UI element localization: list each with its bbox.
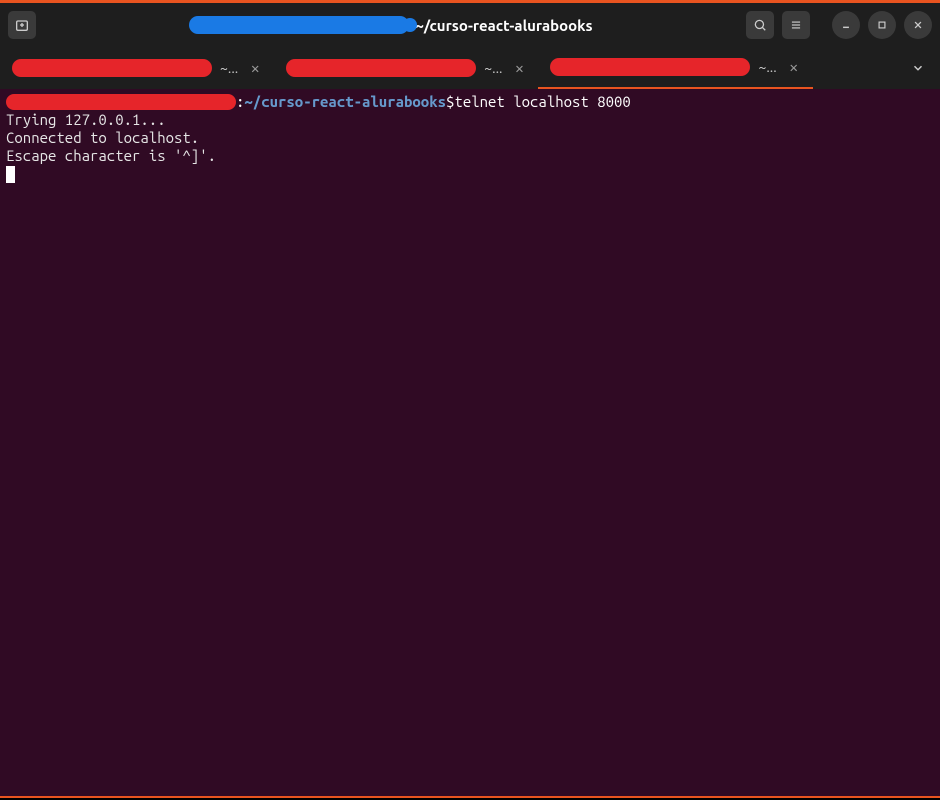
redacted-tab-title xyxy=(550,58,750,76)
tab-bar: ~... ✕ ~... ✕ ~... ✕ xyxy=(0,47,940,89)
tab-2[interactable]: ~... ✕ xyxy=(274,47,538,89)
prompt-colon: : xyxy=(236,93,244,111)
cursor xyxy=(6,166,15,183)
terminal-output[interactable]: : ~/curso-react-alurabooks $ telnet loca… xyxy=(0,89,940,796)
new-tab-button[interactable] xyxy=(8,11,36,39)
close-icon[interactable]: ✕ xyxy=(510,59,528,77)
window-title: ~/curso-react-alurabooks xyxy=(44,16,738,34)
window-bottom-border xyxy=(0,796,940,798)
maximize-button[interactable] xyxy=(868,11,896,39)
redacted-user-host xyxy=(6,94,236,110)
redacted-tab-title xyxy=(12,59,212,77)
tab-3-active[interactable]: ~... ✕ xyxy=(538,47,812,89)
close-icon[interactable]: ✕ xyxy=(246,59,264,77)
tab-dropdown-button[interactable] xyxy=(904,54,932,82)
terminal-line: Connected to localhost. xyxy=(6,129,934,147)
search-button[interactable] xyxy=(746,11,774,39)
prompt-line: : ~/curso-react-alurabooks $ telnet loca… xyxy=(6,93,934,111)
redacted-title-segment xyxy=(189,16,409,34)
close-icon[interactable]: ✕ xyxy=(785,58,803,76)
titlebar: ~/curso-react-alurabooks xyxy=(0,3,940,47)
hamburger-menu-button[interactable] xyxy=(782,11,810,39)
prompt-symbol: $ xyxy=(446,93,454,111)
tab-label-suffix: ~... xyxy=(758,59,776,75)
minimize-button[interactable] xyxy=(832,11,860,39)
terminal-line: Escape character is '^]'. xyxy=(6,147,934,165)
terminal-line: Trying 127.0.0.1... xyxy=(6,111,934,129)
redacted-tab-title xyxy=(286,59,476,77)
tab-1[interactable]: ~... ✕ xyxy=(0,47,274,89)
tab-label-suffix: ~... xyxy=(220,60,238,76)
tab-label-suffix: ~... xyxy=(484,60,502,76)
terminal-window: ~/curso-react-alurabooks xyxy=(0,3,940,798)
command-text: telnet localhost 8000 xyxy=(454,93,630,111)
prompt-path: ~/curso-react-alurabooks xyxy=(244,93,446,111)
window-title-suffix: ~/curso-react-alurabooks xyxy=(415,17,592,34)
close-button[interactable] xyxy=(904,11,932,39)
